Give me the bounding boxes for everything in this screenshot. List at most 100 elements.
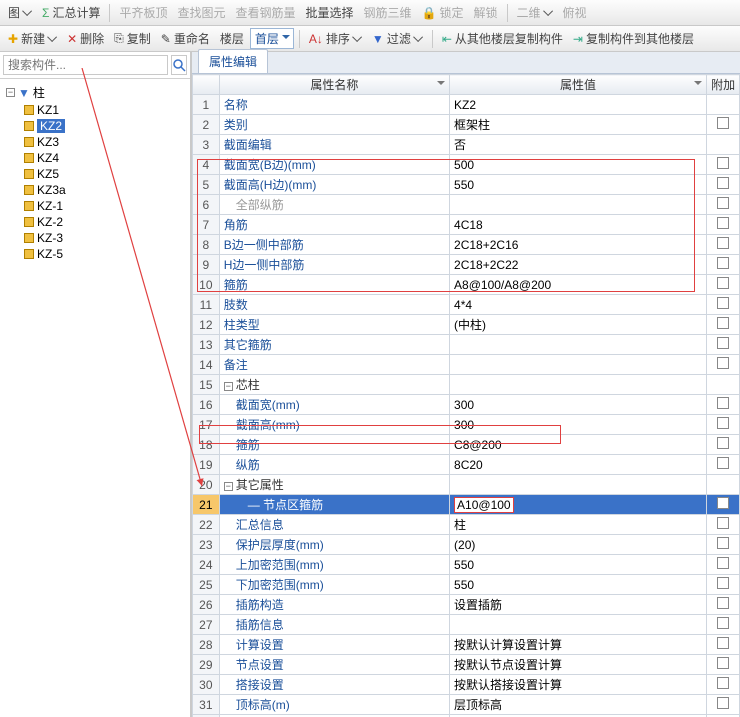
prop-value[interactable]: (20)	[450, 535, 707, 555]
grid-row[interactable]: 2类别框架柱	[193, 115, 740, 135]
checkbox[interactable]	[717, 677, 729, 689]
congqita-button[interactable]: ⇤从其他楼层复制构件	[438, 28, 567, 49]
property-grid[interactable]: 属性名称 属性值 附加 1名称KZ22类别框架柱3截面编辑否4截面宽(B边)(m…	[192, 74, 740, 717]
checkbox[interactable]	[717, 357, 729, 369]
prop-value[interactable]: 按默认节点设置计算	[450, 655, 707, 675]
tree-item[interactable]: KZ3	[20, 134, 188, 150]
grid-row[interactable]: 9H边一侧中部筋2C18+2C22	[193, 255, 740, 275]
prop-value[interactable]: 550	[450, 175, 707, 195]
checkbox[interactable]	[717, 437, 729, 449]
fuzhidao-button[interactable]: ⇥复制构件到其他楼层	[569, 28, 698, 49]
tree-item-label[interactable]: KZ1	[37, 103, 59, 117]
tab-property-edit[interactable]: 属性编辑	[198, 49, 268, 73]
grid-row[interactable]: 10箍筋A8@100/A8@200	[193, 275, 740, 295]
tree-item[interactable]: KZ-5	[20, 246, 188, 262]
checkbox[interactable]	[717, 497, 729, 509]
prop-value[interactable]: 设置插筋	[450, 595, 707, 615]
guolv-button[interactable]: ▼过滤	[368, 28, 427, 49]
grid-row[interactable]: 27插筋信息	[193, 615, 740, 635]
col-value[interactable]: 属性值	[450, 75, 707, 95]
prop-value[interactable]: 550	[450, 575, 707, 595]
tree-item[interactable]: KZ5	[20, 166, 188, 182]
grid-row[interactable]: 22汇总信息柱	[193, 515, 740, 535]
grid-row[interactable]: 1名称KZ2	[193, 95, 740, 115]
checkbox[interactable]	[717, 157, 729, 169]
checkbox[interactable]	[717, 657, 729, 669]
prop-value[interactable]: 框架柱	[450, 115, 707, 135]
tree-item[interactable]: KZ-1	[20, 198, 188, 214]
prop-value[interactable]: A10@100	[450, 495, 707, 515]
checkbox[interactable]	[717, 277, 729, 289]
tree-item-label[interactable]: KZ4	[37, 151, 59, 165]
grid-row[interactable]: 18箍筋C8@200	[193, 435, 740, 455]
col-name[interactable]: 属性名称	[219, 75, 449, 95]
grid-row[interactable]: 29节点设置按默认节点设置计算	[193, 655, 740, 675]
grid-row[interactable]: 16截面宽(mm)300	[193, 395, 740, 415]
checkbox[interactable]	[717, 637, 729, 649]
tree-item-label[interactable]: KZ-1	[37, 199, 63, 213]
search-input[interactable]	[3, 55, 168, 75]
prop-value[interactable]: 按默认计算设置计算	[450, 635, 707, 655]
tree-item[interactable]: KZ3a	[20, 182, 188, 198]
checkbox[interactable]	[717, 517, 729, 529]
prop-value[interactable]: 300	[450, 395, 707, 415]
paixu-button[interactable]: A↓排序	[305, 28, 366, 49]
checkbox[interactable]	[717, 337, 729, 349]
col-rownum[interactable]	[193, 75, 220, 95]
shanchu-button[interactable]: ✕删除	[63, 28, 108, 49]
prop-value[interactable]: 500	[450, 155, 707, 175]
tree-item-label[interactable]: KZ5	[37, 167, 59, 181]
grid-row[interactable]: 13其它箍筋	[193, 335, 740, 355]
grid-row[interactable]: 26插筋构造设置插筋	[193, 595, 740, 615]
checkbox[interactable]	[717, 217, 729, 229]
checkbox[interactable]	[717, 117, 729, 129]
checkbox[interactable]	[717, 697, 729, 709]
component-tree[interactable]: − ▼ 柱 KZ1KZ2KZ3KZ4KZ5KZ3aKZ-1KZ-2KZ-3KZ-…	[0, 79, 190, 717]
chongming-button[interactable]: ✎重命名	[157, 28, 214, 49]
col-extra[interactable]: 附加	[707, 75, 740, 95]
prop-value[interactable]: 层顶标高	[450, 695, 707, 715]
tree-item-label[interactable]: KZ-3	[37, 231, 63, 245]
tree-item-label[interactable]: KZ3a	[37, 183, 66, 197]
search-button[interactable]	[171, 55, 187, 75]
floor-select[interactable]: 首层	[250, 28, 294, 49]
tree-root-node[interactable]: − ▼ 柱	[2, 83, 188, 102]
grid-row[interactable]: 15−芯柱	[193, 375, 740, 395]
checkbox[interactable]	[717, 317, 729, 329]
tree-item[interactable]: KZ2	[20, 118, 188, 134]
prop-value[interactable]: A8@100/A8@200	[450, 275, 707, 295]
grid-row[interactable]: 5截面高(H边)(mm)550	[193, 175, 740, 195]
tree-item-label[interactable]: KZ3	[37, 135, 59, 149]
prop-value[interactable]: 柱	[450, 515, 707, 535]
checkbox[interactable]	[717, 417, 729, 429]
collapse-icon[interactable]: −	[224, 382, 233, 391]
xinjian-button[interactable]: ✚新建	[4, 28, 61, 49]
checkbox[interactable]	[717, 177, 729, 189]
grid-row[interactable]: 7角筋4C18	[193, 215, 740, 235]
prop-value[interactable]: 按默认搭接设置计算	[450, 675, 707, 695]
prop-value[interactable]: 300	[450, 415, 707, 435]
grid-row[interactable]: 8B边一侧中部筋2C18+2C16	[193, 235, 740, 255]
prop-value[interactable]	[450, 195, 707, 215]
checkbox[interactable]	[717, 397, 729, 409]
checkbox[interactable]	[717, 597, 729, 609]
prop-value[interactable]	[450, 615, 707, 635]
grid-row[interactable]: 20−其它属性	[193, 475, 740, 495]
prop-value[interactable]	[450, 475, 707, 495]
checkbox[interactable]	[717, 237, 729, 249]
prop-value[interactable]: C8@200	[450, 435, 707, 455]
tree-item[interactable]: KZ1	[20, 102, 188, 118]
tree-item[interactable]: KZ-3	[20, 230, 188, 246]
prop-value[interactable]: 8C20	[450, 455, 707, 475]
checkbox[interactable]	[717, 537, 729, 549]
tu-button[interactable]: 图	[4, 2, 36, 23]
minus-icon[interactable]: −	[6, 88, 15, 97]
prop-value[interactable]: 550	[450, 555, 707, 575]
prop-value-editing[interactable]: A10@100	[454, 497, 514, 513]
collapse-icon[interactable]: −	[224, 482, 233, 491]
grid-row[interactable]: 25下加密范围(mm)550	[193, 575, 740, 595]
fuzhi-button[interactable]: ⎘复制	[110, 28, 155, 49]
checkbox[interactable]	[717, 457, 729, 469]
checkbox[interactable]	[717, 557, 729, 569]
prop-value[interactable]	[450, 335, 707, 355]
